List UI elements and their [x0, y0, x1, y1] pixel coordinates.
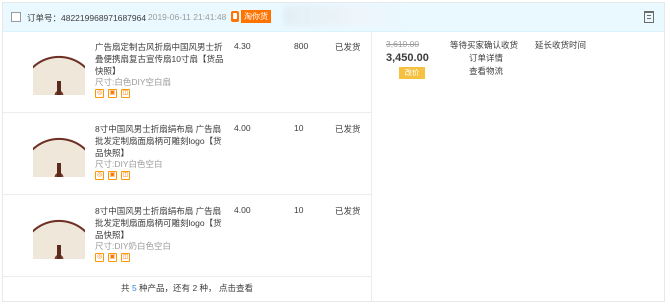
- adjust-price-button[interactable]: 改价: [399, 67, 425, 79]
- product-thumbnail[interactable]: [33, 209, 85, 261]
- order-number: 订单号：482219968971687964: [27, 13, 147, 23]
- snapshot-icon[interactable]: ▣: [108, 171, 117, 180]
- summary-suffix: 种，: [199, 283, 217, 293]
- snapshot-icon[interactable]: ▣: [108, 89, 117, 98]
- item-list: 广告扇定制古风折扇中国风男士折叠便携扇复古宣传扇10寸扇【货品快照】 尺寸:白色…: [3, 31, 371, 277]
- list-item: 8寸中国风男士折扇绢布扇 广告扇批发定制扇面扇柄可雕刻logo【货品快照】 尺寸…: [3, 195, 371, 277]
- product-thumbnail[interactable]: [33, 45, 85, 97]
- quantity: 10: [294, 205, 304, 215]
- list-item: 8寸中国风男士折扇绢布扇 广告扇批发定制扇面扇柄可雕刻logo【货品快照】 尺寸…: [3, 113, 371, 195]
- summary-remaining: 2: [192, 283, 198, 293]
- more-items-summary: 共 5 种产品，还有 2 种， 点击查看: [3, 274, 371, 302]
- guarantee-icon[interactable]: ◎: [95, 89, 104, 98]
- extend-receipt-link[interactable]: 延长收货时间: [535, 39, 586, 51]
- shop-icon: [231, 11, 239, 22]
- product-spec: 尺寸:白色DIY空白扇: [95, 77, 172, 87]
- guarantee-icon[interactable]: ◎: [95, 253, 104, 262]
- product-spec: 尺寸:DIY白色空白: [95, 159, 163, 169]
- product-title[interactable]: 广告扇定制古风折扇中国风男士折叠便携扇复古宣传扇10寸扇【货品快照】: [95, 41, 225, 77]
- order-detail-link[interactable]: 订单详情: [469, 52, 503, 64]
- shop-badge[interactable]: 淘你货: [241, 10, 271, 23]
- product-title[interactable]: 8寸中国风男士折扇绢布扇 广告扇批发定制扇面扇柄可雕刻logo【货品快照】: [95, 205, 225, 241]
- refund-icon[interactable]: ◫: [121, 171, 130, 180]
- shipping-status: 已发货: [335, 124, 361, 134]
- fan-image: [33, 51, 85, 95]
- order-total: 3,450.00: [386, 52, 429, 64]
- summary-count: 5: [131, 283, 137, 293]
- refund-icon[interactable]: ◫: [121, 253, 130, 262]
- service-icons: ◎ ▣ ◫: [95, 171, 130, 180]
- original-price: 3,610.00: [386, 39, 420, 49]
- shipping-status: 已发货: [335, 42, 361, 52]
- product-thumbnail[interactable]: [33, 127, 85, 179]
- fan-image: [33, 215, 85, 259]
- snapshot-icon[interactable]: ▣: [108, 253, 117, 262]
- list-item: 广告扇定制古风折扇中国风男士折叠便携扇复古宣传扇10寸扇【货品快照】 尺寸:白色…: [3, 31, 371, 113]
- quantity: 800: [294, 41, 309, 51]
- order-status: 等待买家确认收货: [450, 40, 519, 50]
- shipping-status: 已发货: [335, 206, 361, 216]
- unit-price: 4.30: [234, 41, 251, 51]
- order-card: 订单号：482219968971687964 2019-06-11 21:41:…: [2, 2, 665, 302]
- column-divider: [371, 31, 372, 302]
- service-icons: ◎ ▣ ◫: [95, 253, 130, 262]
- fan-image: [33, 133, 85, 177]
- view-more-link[interactable]: 点击查看: [219, 283, 253, 293]
- product-title[interactable]: 8寸中国风男士折扇绢布扇 广告扇批发定制扇面扇柄可雕刻logo【货品快照】: [95, 123, 225, 159]
- summary-prefix: 共: [121, 283, 130, 293]
- refund-icon[interactable]: ◫: [121, 89, 130, 98]
- guarantee-icon[interactable]: ◎: [95, 171, 104, 180]
- unit-price: 4.00: [234, 205, 251, 215]
- order-date: 2019-06-11 21:41:48: [148, 12, 227, 22]
- blurred-shop-name: [283, 6, 403, 26]
- order-header: 订单号：482219968971687964 2019-06-11 21:41:…: [3, 3, 664, 32]
- quantity: 10: [294, 123, 304, 133]
- service-icons: ◎ ▣ ◫: [95, 89, 130, 98]
- summary-middle: 种产品，还有: [139, 283, 191, 293]
- select-checkbox[interactable]: [11, 12, 21, 22]
- unit-price: 4.00: [234, 123, 251, 133]
- view-logistics-link[interactable]: 查看物流: [469, 65, 503, 77]
- delete-icon[interactable]: [644, 11, 654, 23]
- product-spec: 尺寸:DIY奶白色空白: [95, 241, 172, 251]
